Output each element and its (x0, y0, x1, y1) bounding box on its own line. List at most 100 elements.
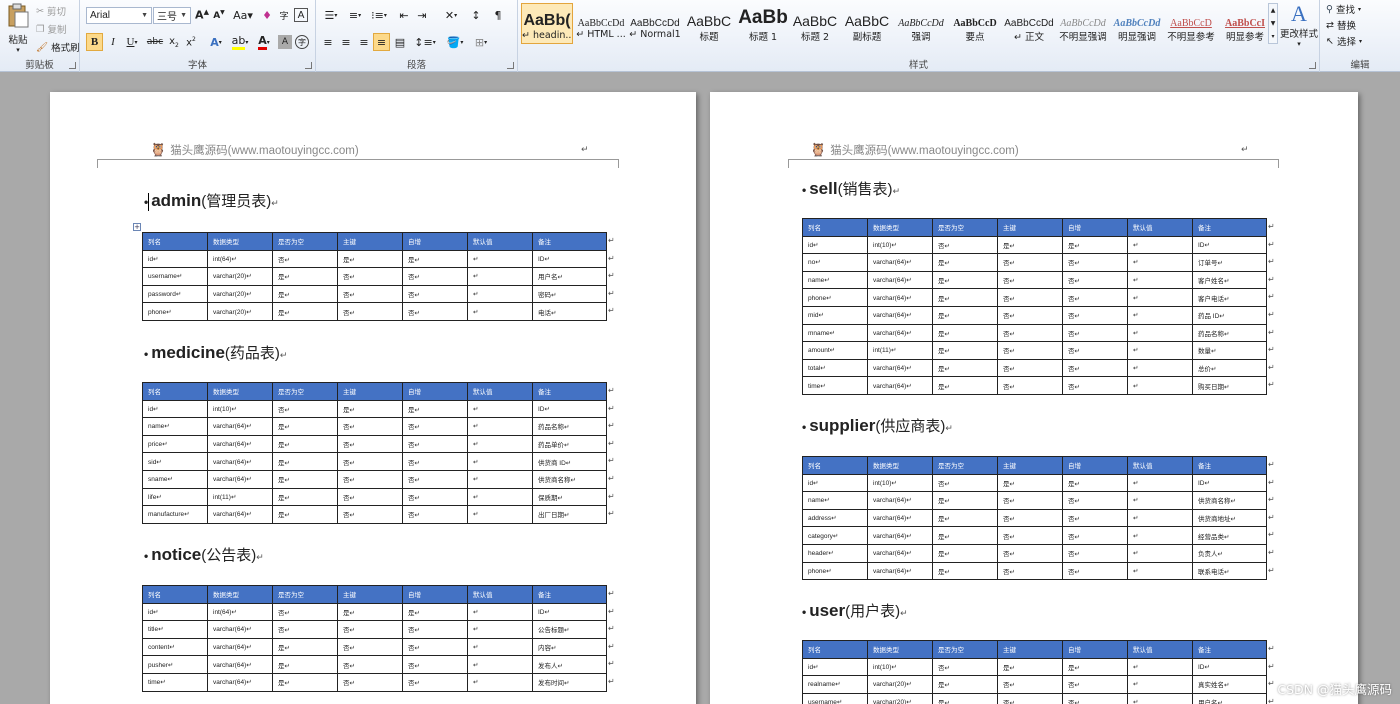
table-cell[interactable]: 否↵ (337, 655, 403, 674)
replace-button[interactable]: ⇄ 替换 (1326, 18, 1356, 33)
column-header[interactable]: 自增 (402, 232, 468, 251)
table-cell[interactable]: 是↵ (272, 267, 338, 286)
table-cell[interactable]: 数量↵ (1192, 341, 1267, 360)
table-cell[interactable]: 否↵ (1062, 508, 1128, 528)
table-cell[interactable]: ↵ (1127, 253, 1193, 272)
table-cell[interactable]: 否↵ (402, 434, 468, 454)
table-cell[interactable]: 否↵ (997, 543, 1063, 563)
table-cell[interactable]: varchar(64)↵ (867, 543, 933, 563)
table-cell[interactable]: manufacture↵ (142, 505, 208, 524)
table-cell[interactable]: 否↵ (402, 487, 468, 507)
table-cell[interactable]: 否↵ (402, 505, 468, 524)
enclose-char-button[interactable]: 字 (295, 35, 309, 49)
column-header[interactable]: 数据类型 (207, 232, 273, 251)
table-cell[interactable]: ↵ (1127, 305, 1193, 325)
char-shading-button[interactable]: A (278, 35, 292, 49)
table-cell[interactable]: ↵ (467, 434, 533, 454)
column-header[interactable]: 备注 (1192, 456, 1267, 475)
style-11[interactable]: AaBbCcDd 不明显强调 (1057, 3, 1109, 44)
table-cell[interactable]: header↵ (802, 543, 868, 563)
table-cell[interactable]: 是↵ (272, 417, 338, 436)
table-cell[interactable]: ↵ (467, 655, 533, 674)
table-cell[interactable]: 否↵ (337, 469, 403, 489)
font-size-combo[interactable]: 三号 ▼ (153, 7, 191, 24)
table-cell[interactable]: int(10)↵ (867, 657, 933, 677)
table-cell[interactable]: time↵ (142, 672, 208, 692)
table-cell[interactable]: 药品单价↵ (532, 434, 607, 454)
distributed-button[interactable]: ▤ (392, 33, 408, 51)
table-cell[interactable]: ↵ (1127, 358, 1193, 378)
table-cell[interactable]: 否↵ (997, 358, 1063, 378)
table-cell[interactable]: varchar(64)↵ (867, 358, 933, 378)
table-cell[interactable]: 否↵ (1062, 305, 1128, 325)
column-header[interactable]: 默认值 (1127, 640, 1193, 659)
cut-button[interactable]: ✂ 剪切 (36, 4, 66, 19)
table-cell[interactable]: varchar(64)↵ (867, 526, 933, 545)
table-cell[interactable]: id↵ (142, 249, 208, 269)
table-cell[interactable]: ↵ (467, 602, 533, 622)
table-cell[interactable]: ↵ (1127, 288, 1193, 307)
styles-launcher[interactable] (1309, 62, 1316, 69)
column-header[interactable]: 主键 (337, 585, 403, 604)
table-cell[interactable]: total↵ (802, 358, 868, 378)
table-cell[interactable]: 是↵ (337, 399, 403, 419)
table-cell[interactable]: 否↵ (402, 672, 468, 692)
table-cell[interactable]: 是↵ (997, 473, 1063, 493)
table-cell[interactable]: 是↵ (932, 305, 998, 325)
table-cell[interactable]: 药品名称↵ (532, 417, 607, 436)
table-cell[interactable]: ↵ (1127, 692, 1193, 704)
table-cell[interactable]: 是↵ (337, 602, 403, 622)
copy-button[interactable]: ❐ 复制 (36, 22, 67, 37)
column-header[interactable]: 主键 (337, 232, 403, 251)
table-cell[interactable]: 客户姓名↵ (1192, 270, 1267, 290)
table-cell[interactable]: ↵ (467, 469, 533, 489)
column-header[interactable]: 主键 (997, 640, 1063, 659)
column-header[interactable]: 默认值 (1127, 456, 1193, 475)
table-cell[interactable]: ↵ (467, 487, 533, 507)
table-cell[interactable]: ↵ (1127, 675, 1193, 694)
table-cell[interactable]: varchar(64)↵ (207, 505, 273, 524)
column-header[interactable]: 数据类型 (867, 640, 933, 659)
table-cell[interactable]: username↵ (142, 267, 208, 286)
column-header[interactable]: 主键 (997, 456, 1063, 475)
table-cell[interactable]: ID↵ (532, 249, 607, 269)
column-header[interactable]: 默认值 (467, 232, 533, 251)
table-cell[interactable]: 是↵ (932, 341, 998, 360)
table-cell[interactable]: ID↵ (532, 399, 607, 419)
table-cell[interactable]: phone↵ (802, 288, 868, 307)
table-cell[interactable]: 是↵ (402, 249, 468, 269)
table-cell[interactable]: 是↵ (932, 288, 998, 307)
table-cell[interactable]: 是↵ (272, 302, 338, 321)
table-cell[interactable]: varchar(64)↵ (207, 469, 273, 489)
column-header[interactable]: 默认值 (467, 382, 533, 401)
table-cell[interactable]: phone↵ (802, 561, 868, 581)
table-cell[interactable]: varchar(64)↵ (867, 491, 933, 510)
table-cell[interactable]: 是↵ (272, 505, 338, 524)
table-cell[interactable]: ID↵ (532, 602, 607, 622)
table-cell[interactable]: ID↵ (1192, 657, 1267, 677)
table-cell[interactable]: 供货商名称↵ (532, 469, 607, 489)
format-painter-button[interactable]: 🖌 格式刷 (36, 40, 80, 55)
table-cell[interactable]: 否↵ (272, 620, 338, 639)
table-cell[interactable]: 保质期↵ (532, 487, 607, 507)
table-cell[interactable]: 是↵ (997, 657, 1063, 677)
column-header[interactable]: 默认值 (1127, 218, 1193, 237)
table-cell[interactable]: varchar(20)↵ (867, 692, 933, 704)
justify-button[interactable]: ≡ (373, 33, 390, 51)
table-cell[interactable]: 是↵ (1062, 657, 1128, 677)
table-cell[interactable]: ↵ (1127, 323, 1193, 343)
italic-button[interactable]: I (105, 33, 121, 51)
table-cell[interactable]: int(10)↵ (867, 235, 933, 255)
table-cell[interactable]: 否↵ (337, 284, 403, 304)
table-cell[interactable]: 否↵ (337, 302, 403, 321)
table-cell[interactable]: 否↵ (337, 505, 403, 524)
table-cell[interactable]: 真实姓名↵ (1192, 675, 1267, 694)
column-header[interactable]: 数据类型 (867, 456, 933, 475)
style-5[interactable]: AaBb 标题 1 (737, 3, 789, 44)
sort-button[interactable]: ↕ (468, 6, 484, 24)
table-cell[interactable]: ↵ (1127, 235, 1193, 255)
table-cell[interactable]: varchar(64)↵ (867, 253, 933, 272)
table-cell[interactable]: name↵ (802, 270, 868, 290)
table-cell[interactable]: 否↵ (402, 452, 468, 471)
table-cell[interactable]: 否↵ (932, 473, 998, 493)
